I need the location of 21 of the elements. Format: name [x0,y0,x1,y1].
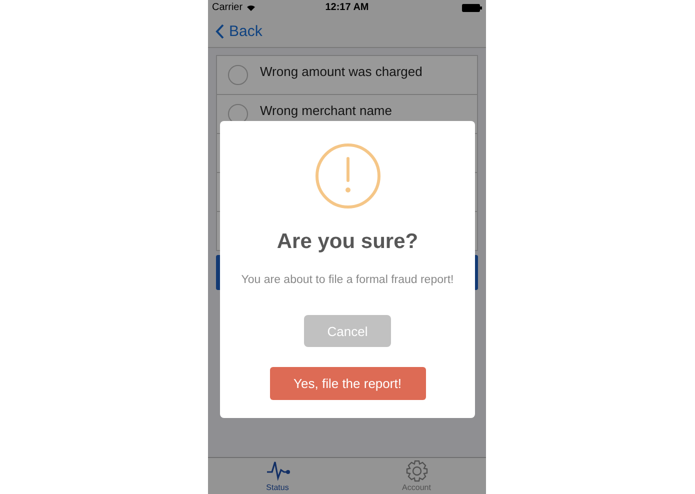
tab-item[interactable]: Status [208,458,347,494]
tab-item[interactable]: Account [347,458,486,494]
carrier-name: Carrier [212,2,243,13]
dialog-message: You are about to file a formal fraud report! [241,274,454,286]
tab-label: Account [402,483,431,492]
radio-button[interactable] [228,65,248,85]
back-chevron-icon [215,24,224,38]
tab-label: Status [266,483,289,492]
pulse-icon [266,459,290,483]
cancel-button[interactable]: Cancel [304,315,391,347]
battery-icon [462,4,482,12]
gear-icon [404,459,428,483]
option-row[interactable]: Wrong amount was charged [217,56,477,94]
option-label: Wrong merchant name [260,102,392,118]
wifi-icon [246,4,256,12]
option-label: Wrong amount was charged [260,64,422,78]
warning-icon [314,143,380,209]
back-button[interactable]: Back [208,22,270,40]
confirm-button[interactable]: Yes, file the report! [270,367,426,400]
status-time: 12:17 AM [325,2,369,13]
dialog-title: Are you sure? [276,230,418,254]
